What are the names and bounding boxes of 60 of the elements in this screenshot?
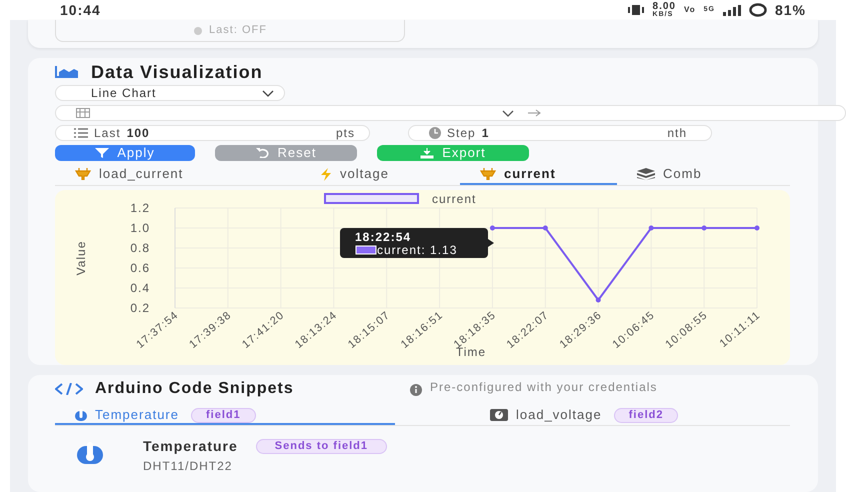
tab[interactable]: Comb	[617, 165, 737, 185]
y-tick-label: 0.6	[130, 261, 150, 275]
tab[interactable]: load_voltage field2	[470, 407, 780, 425]
legend-label: current	[432, 192, 476, 206]
tab[interactable]: load_current	[55, 165, 300, 185]
data-point	[702, 226, 707, 230]
y-tick-label: 1.2	[130, 201, 150, 215]
sensor-model: DHT11/DHT22	[143, 458, 234, 475]
date-range-field[interactable]	[55, 105, 846, 121]
info-note: Pre-configured with your credentials	[430, 381, 658, 393]
plug-icon	[75, 168, 91, 180]
gauge-icon	[490, 409, 508, 421]
filter-icon	[95, 148, 110, 158]
clock-icon	[429, 127, 441, 139]
tab[interactable]: current	[460, 165, 617, 185]
y-axis-title: Value	[74, 240, 88, 276]
arrow-right-icon	[528, 109, 542, 117]
y-tick-label: 0.8	[130, 241, 150, 255]
battery-percent: 81%	[774, 0, 806, 20]
plug-icon	[480, 168, 496, 180]
y-tick-label: 0.4	[130, 281, 150, 295]
vibrate-icon	[626, 5, 645, 15]
y-tick-label: 0.2	[130, 301, 150, 315]
section-title: Data Visualization	[91, 60, 263, 84]
calendar-icon	[76, 108, 90, 118]
status-dot-icon	[193, 26, 204, 36]
chart-tooltip: 18:22:54 current: 1.13	[340, 228, 494, 258]
data-point	[754, 226, 760, 230]
network-speed: 8.00	[652, 2, 676, 11]
data-point	[490, 226, 495, 230]
thermometer-icon	[75, 442, 105, 466]
tab[interactable]: voltage	[300, 165, 460, 185]
y-tick-label: 1.0	[130, 221, 150, 235]
data-point	[542, 226, 548, 230]
status-text: Last: OFF	[209, 23, 267, 38]
points-field[interactable]: Last 100 pts	[55, 125, 370, 141]
signal-icon	[722, 4, 741, 16]
clock-time: 10:44	[60, 0, 101, 20]
info-icon	[410, 384, 422, 396]
snippet-title: Temperature	[143, 437, 238, 456]
code-icon	[55, 383, 83, 395]
lightning-icon	[320, 168, 332, 180]
step-field[interactable]: Step 1 nth	[408, 125, 712, 141]
volte-label: Vo	[684, 4, 696, 16]
undo-icon	[256, 148, 270, 158]
apply-button[interactable]: Apply	[55, 145, 195, 161]
chevron-down-icon	[262, 90, 274, 96]
chart-type-select[interactable]: Line Chart	[55, 85, 285, 101]
chevron-down-icon	[502, 110, 514, 116]
field-tag: Sends to field1	[256, 439, 388, 454]
list-icon	[74, 128, 88, 138]
section-title: Arduino Code Snippets	[95, 381, 295, 397]
tab[interactable]: Temperature field1	[55, 407, 395, 425]
layers-icon	[637, 168, 655, 180]
data-point	[596, 298, 601, 302]
download-icon	[420, 148, 434, 158]
data-point	[648, 226, 654, 230]
area-chart-icon	[55, 66, 79, 78]
thermometer-icon	[75, 409, 87, 421]
battery-ring-icon	[748, 3, 767, 17]
